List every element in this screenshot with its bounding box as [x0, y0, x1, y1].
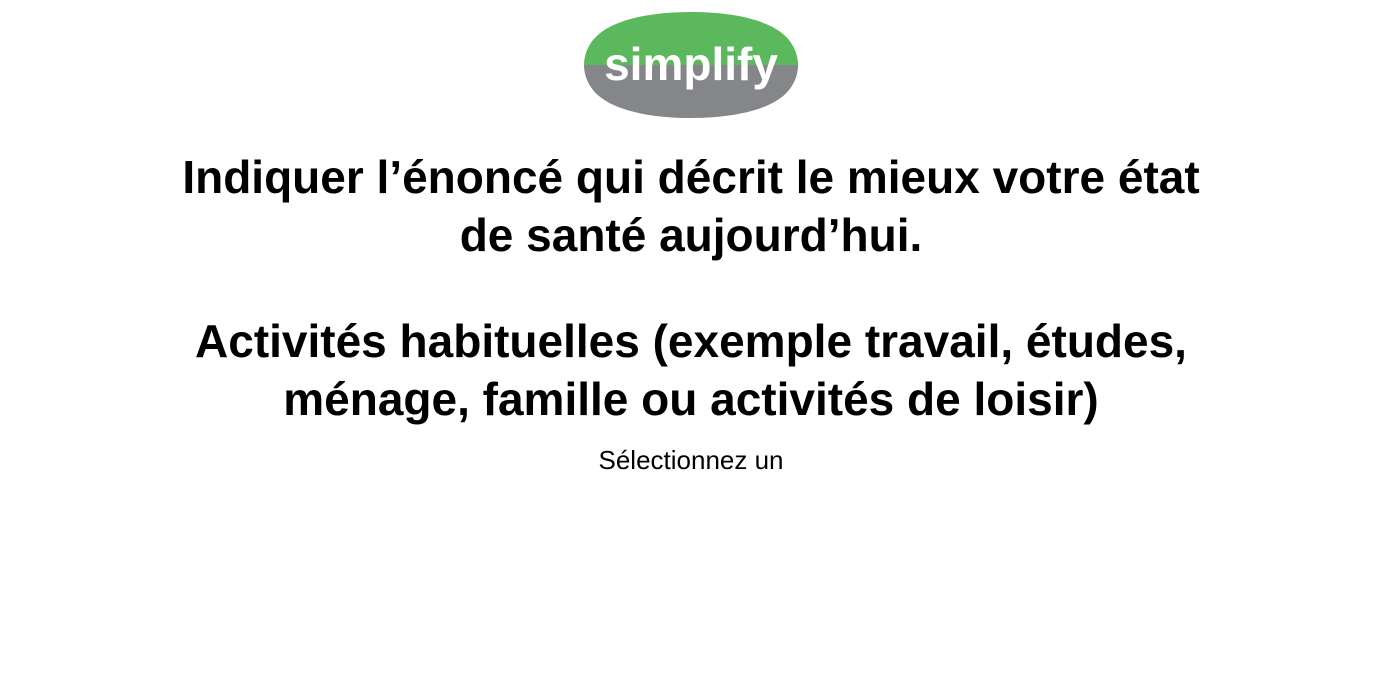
simplify-logo: simplify: [583, 10, 799, 120]
dimension-heading: Activités habituelles (exemple travail, …: [0, 312, 1382, 428]
question-line-2: de santé aujourd’hui.: [459, 209, 923, 261]
select-one-instruction: Sélectionnez un: [598, 445, 784, 475]
question-line-1: Indiquer l’énoncé qui décrit le mieux vo…: [182, 151, 1200, 203]
logo-text: simplify: [604, 38, 778, 90]
logo-badge-icon: simplify: [584, 12, 798, 118]
dimension-line-1: Activités habituelles (exemple travail, …: [195, 315, 1187, 367]
dimension-line-2: ménage, famille ou activités de loisir): [283, 373, 1099, 425]
question-heading: Indiquer l’énoncé qui décrit le mieux vo…: [0, 148, 1382, 264]
